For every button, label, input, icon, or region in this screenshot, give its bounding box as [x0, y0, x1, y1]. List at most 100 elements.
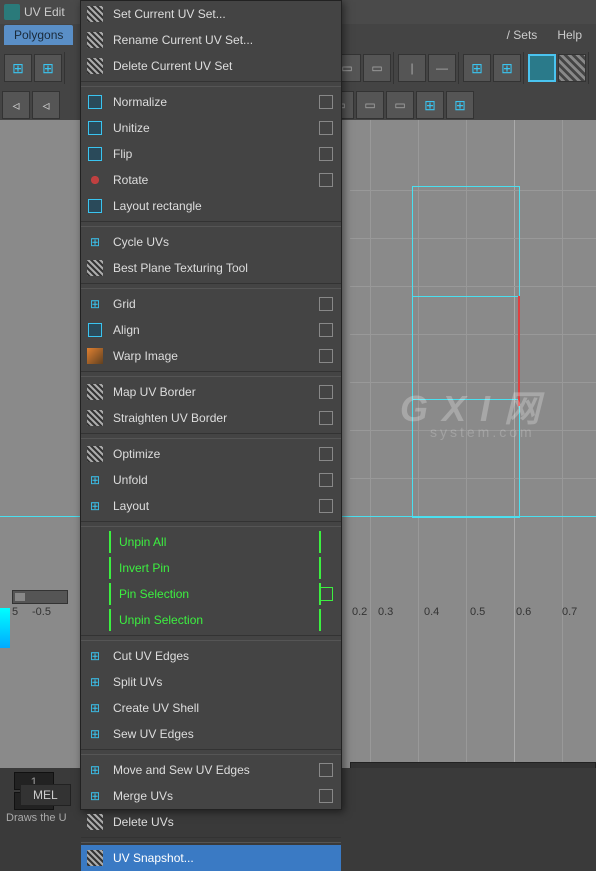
option-box-icon[interactable] — [319, 95, 333, 109]
axis-label: 0.2 — [352, 606, 367, 618]
menu-cycle-uvs[interactable]: Cycle UVs — [81, 229, 341, 255]
menu-straighten-uv-border[interactable]: Straighten UV Border — [81, 405, 341, 431]
menu-separator — [81, 221, 341, 227]
menu-move-and-sew[interactable]: Move and Sew UV Edges — [81, 757, 341, 783]
tool-image-toggle[interactable] — [528, 54, 556, 82]
menu-unpin-selection[interactable]: Unpin Selection — [81, 607, 341, 633]
option-box-icon[interactable] — [319, 473, 333, 487]
menu-invert-pin[interactable]: Invert Pin — [81, 555, 341, 581]
left-mini-slider[interactable] — [12, 590, 68, 604]
checker-icon — [87, 446, 103, 462]
menu-cut-uv-edges[interactable]: Cut UV Edges — [81, 643, 341, 669]
menu-uv-snapshot[interactable]: UV Snapshot... — [81, 845, 341, 871]
option-box-icon[interactable] — [319, 385, 333, 399]
option-box-icon[interactable] — [319, 147, 333, 161]
menu-delete-current-uv-set[interactable]: Delete Current UV Set — [81, 53, 341, 79]
tool-flip-v[interactable] — [398, 54, 426, 82]
menu-help[interactable]: Help — [547, 25, 592, 45]
axis-label: 0.6 — [516, 606, 531, 618]
menu-layout-rectangle[interactable]: Layout rectangle — [81, 193, 341, 219]
tool-flip-h[interactable] — [428, 54, 456, 82]
tool-checker[interactable] — [558, 54, 586, 82]
checker-icon — [87, 384, 103, 400]
axis-label: 0.4 — [424, 606, 439, 618]
tool-grid-a[interactable] — [4, 54, 32, 82]
grid-icon — [88, 121, 102, 135]
menu-separator — [81, 81, 341, 87]
tool-arrow-a[interactable] — [2, 91, 30, 119]
mel-label[interactable]: MEL — [20, 784, 71, 806]
menu-separator — [81, 749, 341, 755]
menu-create-uv-shell[interactable]: Create UV Shell — [81, 695, 341, 721]
axis-label: 0.7 — [562, 606, 577, 618]
tool2-c[interactable] — [386, 91, 414, 119]
menu-unitize[interactable]: Unitize — [81, 115, 341, 141]
menu-unfold[interactable]: Unfold — [81, 467, 341, 493]
checker-icon — [87, 58, 103, 74]
tool2-e[interactable] — [446, 91, 474, 119]
tool-grid-b[interactable] — [34, 54, 62, 82]
split-icon — [90, 675, 100, 689]
tool2-b[interactable] — [356, 91, 384, 119]
option-box-icon[interactable] — [319, 297, 333, 311]
tool-border-a[interactable] — [463, 54, 491, 82]
menu-sew-uv-edges[interactable]: Sew UV Edges — [81, 721, 341, 747]
option-box-icon[interactable] — [319, 587, 333, 601]
tab-polygons[interactable]: Polygons — [4, 25, 73, 45]
axis-label: 0.5 — [470, 606, 485, 618]
menu-split-uvs[interactable]: Split UVs — [81, 669, 341, 695]
menu-merge-uvs[interactable]: Merge UVs — [81, 783, 341, 809]
menu-align[interactable]: Align — [81, 317, 341, 343]
menu-warp-image[interactable]: Warp Image — [81, 343, 341, 369]
selected-edge[interactable] — [518, 296, 520, 406]
option-box-icon[interactable] — [319, 411, 333, 425]
cut-icon — [90, 649, 100, 663]
layout-icon — [90, 499, 100, 513]
option-box-icon[interactable] — [319, 447, 333, 461]
menu-separator — [81, 521, 341, 527]
shell-icon — [90, 701, 100, 715]
grid-icon — [88, 147, 102, 161]
option-box-icon[interactable] — [319, 121, 333, 135]
viewport-gutter-indicator — [0, 608, 10, 648]
tool-arrow-b[interactable] — [32, 91, 60, 119]
checker-icon — [87, 260, 103, 276]
option-box-icon[interactable] — [319, 763, 333, 777]
tool-border-b[interactable] — [493, 54, 521, 82]
uv-shell-inner[interactable] — [412, 296, 520, 400]
menu-unpin-all[interactable]: Unpin All — [81, 529, 341, 555]
menu-pin-selection[interactable]: Pin Selection — [81, 581, 341, 607]
menu-rename-current-uv-set[interactable]: Rename Current UV Set... — [81, 27, 341, 53]
menu-best-plane-texturing[interactable]: Best Plane Texturing Tool — [81, 255, 341, 281]
checker-icon — [87, 6, 103, 22]
menu-separator — [81, 837, 341, 843]
menu-grid[interactable]: Grid — [81, 291, 341, 317]
menu-separator — [81, 433, 341, 439]
axis-label: -0.5 — [32, 606, 51, 618]
unfold-icon — [90, 473, 100, 487]
menu-set-current-uv-set[interactable]: Set Current UV Set... — [81, 1, 341, 27]
menu-optimize[interactable]: Optimize — [81, 441, 341, 467]
menu-sets[interactable]: / Sets — [497, 25, 548, 45]
axis-label: 0.3 — [378, 606, 393, 618]
sew-icon — [90, 727, 100, 741]
option-box-icon[interactable] — [319, 323, 333, 337]
merge-icon — [90, 789, 100, 803]
option-box-icon[interactable] — [319, 173, 333, 187]
menu-rotate[interactable]: Rotate — [81, 167, 341, 193]
axis-label: 5 — [12, 606, 18, 618]
option-box-icon[interactable] — [319, 499, 333, 513]
menu-normalize[interactable]: Normalize — [81, 89, 341, 115]
menu-map-uv-border[interactable]: Map UV Border — [81, 379, 341, 405]
menu-separator — [81, 635, 341, 641]
menu-flip[interactable]: Flip — [81, 141, 341, 167]
menu-separator — [81, 371, 341, 377]
app-icon — [4, 4, 20, 20]
menu-layout[interactable]: Layout — [81, 493, 341, 519]
menu-delete-uvs[interactable]: Delete UVs — [81, 809, 341, 835]
tool2-d[interactable] — [416, 91, 444, 119]
tool-align-h[interactable] — [363, 54, 391, 82]
align-icon — [88, 323, 102, 337]
option-box-icon[interactable] — [319, 349, 333, 363]
option-box-icon[interactable] — [319, 789, 333, 803]
